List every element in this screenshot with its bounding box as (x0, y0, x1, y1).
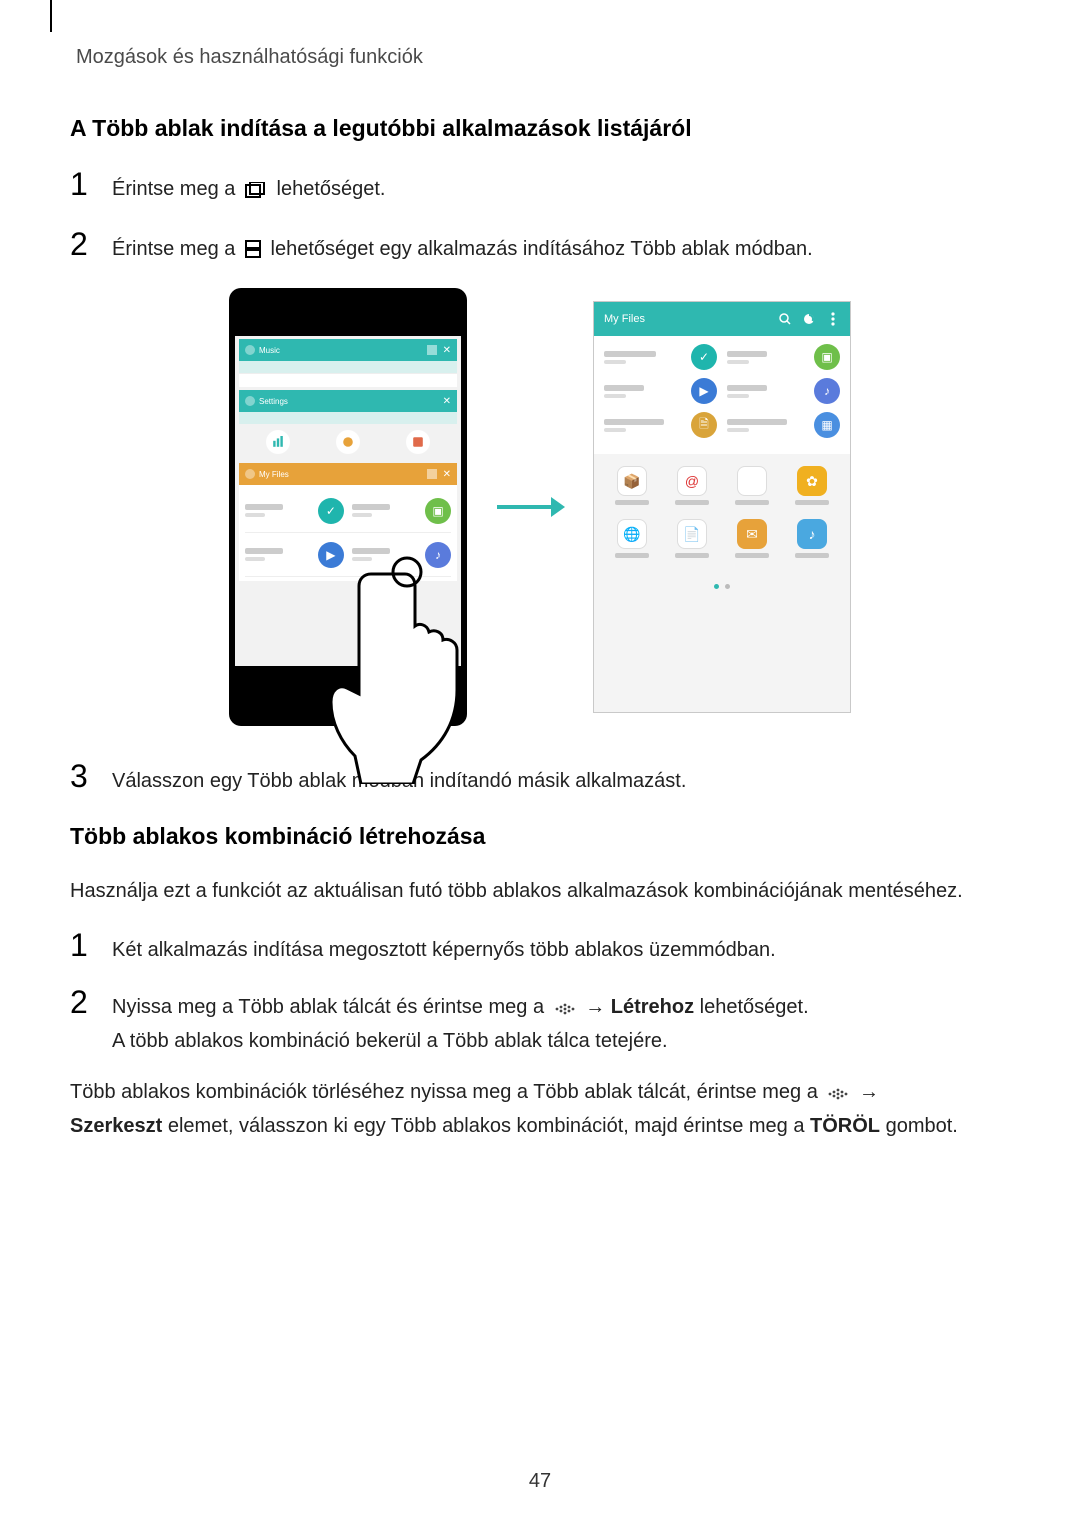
closing-paragraph: Több ablakos kombinációk törléséhez nyis… (70, 1077, 1010, 1142)
quick-chip (336, 430, 360, 454)
closing-end: gombot. (886, 1115, 958, 1137)
arrow-text: → (585, 996, 611, 1018)
document-icon: 🗎 (691, 412, 717, 438)
app-gallery: ✿ (789, 466, 835, 505)
step-1: 1 Érintse meg a lehetőséget. (70, 168, 1010, 208)
page-number: 47 (0, 1470, 1080, 1493)
step2-text-b: lehetőséget egy alkalmazás indításához T… (271, 238, 813, 260)
close-icon: ✕ (443, 396, 451, 407)
step-number: 2 (70, 228, 104, 260)
card-settings: Settings ✕ (239, 390, 457, 412)
closing-arrow: → (859, 1081, 879, 1103)
closing-a: Több ablakos kombinációk törléséhez nyis… (70, 1081, 823, 1103)
apps-icon: ▦ (814, 412, 840, 438)
search-icon (778, 312, 792, 326)
tray-handle-icon (827, 1080, 849, 1111)
s2-step2-bold: Létrehoz (611, 996, 694, 1018)
storage-icon (802, 312, 816, 326)
app-email: @ (669, 466, 715, 505)
card-myfiles: My Files ✕ (239, 463, 457, 485)
s2-step-1: 1 Két alkalmazás indítása megosztott kép… (70, 929, 1010, 966)
step2-text-a: Érintse meg a (112, 238, 241, 260)
s2-step2-a: Nyissa meg a Több ablak tálcát és érints… (112, 996, 550, 1018)
app-internet: 🌐 (609, 519, 655, 558)
quick-chip (406, 430, 430, 454)
section2-intro: Használja ezt a funkciót az aktuálisan f… (70, 876, 1010, 907)
s2-step-2: 2 Nyissa meg a Több ablak tálcát és érin… (70, 986, 1010, 1057)
section2-title: Több ablakos kombináció létrehozása (70, 823, 1010, 850)
phone-left: Music ✕ Settings ✕ (229, 288, 467, 726)
step-number: 1 (70, 168, 104, 200)
app-messages: ✉ (729, 519, 775, 558)
quick-chip (266, 430, 290, 454)
closing-bold2: TÖRÖL (810, 1115, 880, 1137)
page-indicator (602, 572, 842, 598)
close-icon: ✕ (443, 469, 451, 480)
app-galaxy-apps: ◐ (729, 466, 775, 505)
section1-title: A Több ablak indítása a legutóbbi alkalm… (70, 115, 1010, 142)
image-icon: ▣ (425, 498, 451, 524)
step-number: 1 (70, 929, 104, 961)
s2-step1-text: Két alkalmazás indítása megosztott képer… (112, 939, 776, 961)
page-header: Mozgások és használhatósági funkciók (76, 46, 1010, 69)
app-memo: 📄 (669, 519, 715, 558)
multiwindow-icon (427, 469, 437, 479)
s2-step2-line2: A több ablakos kombináció bekerül a Több… (112, 1030, 668, 1052)
step1-text-b: lehetőséget. (277, 178, 386, 200)
video-icon: ▶ (691, 378, 717, 404)
close-icon: ✕ (443, 345, 451, 356)
tray-handle-icon (554, 995, 576, 1026)
more-icon (826, 312, 840, 326)
step-number: 3 (70, 760, 104, 792)
recent-apps-icon (245, 177, 267, 208)
step-2: 2 Érintse meg a lehetőséget egy alkalmaz… (70, 228, 1010, 268)
card-settings-label: Settings (259, 397, 288, 406)
app-dropbox: 📦 (609, 466, 655, 505)
audio-icon: ♪ (814, 378, 840, 404)
myfiles-title: My Files (604, 313, 645, 325)
phone-right: My Files ✓ ▣ ▶ ♪ 🗎 ▦ (593, 301, 851, 713)
arrow-right-icon (495, 495, 565, 519)
video-icon: ▶ (318, 542, 344, 568)
card-music-label: Music (259, 346, 280, 355)
check-icon: ✓ (318, 498, 344, 524)
step1-text-a: Érintse meg a (112, 178, 241, 200)
audio-icon: ♪ (425, 542, 451, 568)
check-icon: ✓ (691, 344, 717, 370)
card-myfiles-label: My Files (259, 470, 289, 479)
closing-mid: elemet, válasszon ki egy Több ablakos ko… (168, 1115, 810, 1137)
s2-step2-b: lehetőséget. (700, 996, 809, 1018)
myfiles-header: My Files (594, 302, 850, 336)
instruction-figure: Music ✕ Settings ✕ (70, 288, 1010, 726)
step-number: 2 (70, 986, 104, 1018)
header-rule (50, 0, 52, 32)
multiwindow-icon (245, 237, 261, 268)
step3-text: Válasszon egy Több ablak módban indítand… (112, 770, 686, 792)
multiwindow-icon (427, 345, 437, 355)
step-3: 3 Válasszon egy Több ablak módban indíta… (70, 760, 1010, 797)
app-music: ♪ (789, 519, 835, 558)
card-music: Music ✕ (239, 339, 457, 361)
closing-bold1: Szerkeszt (70, 1115, 162, 1137)
image-icon: ▣ (814, 344, 840, 370)
